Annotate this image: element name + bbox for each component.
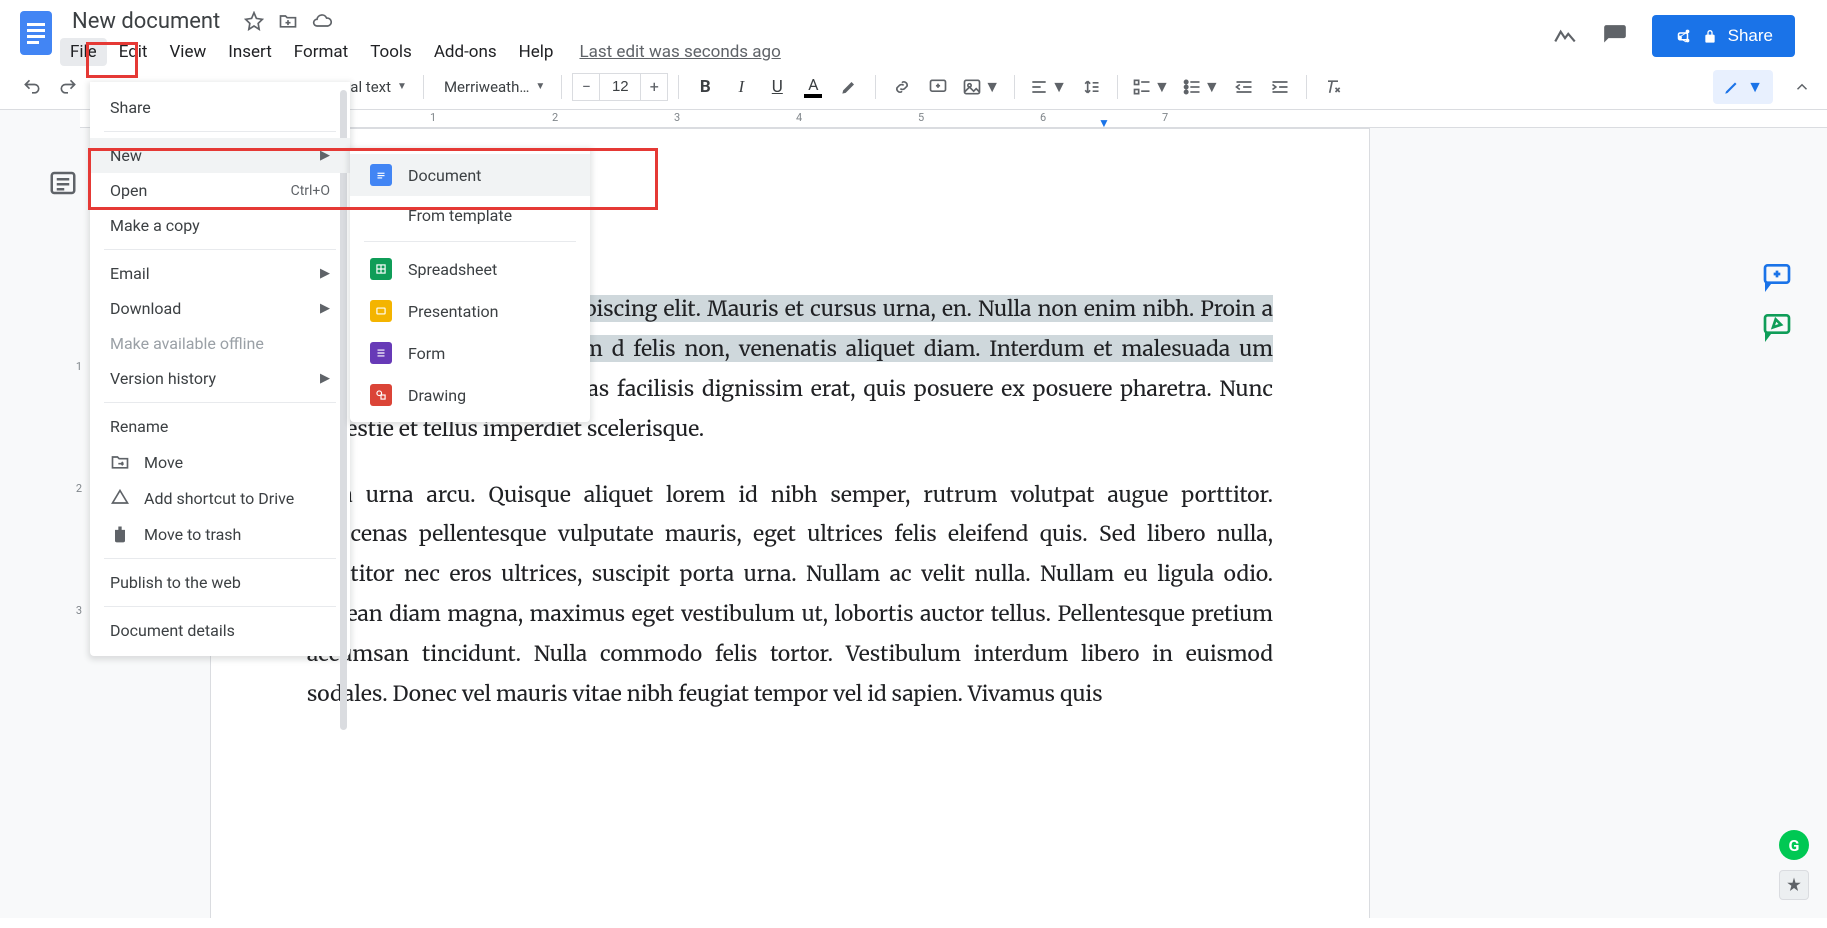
menubar: File Edit View Insert Format Tools Add-o… [60,38,781,66]
comments-icon[interactable] [1602,23,1628,49]
trash-icon [110,524,130,544]
caret-down-icon: ▼ [1747,77,1763,97]
forms-app-icon [370,342,392,364]
font-size-input[interactable] [600,73,640,101]
new-form[interactable]: Form [350,332,590,374]
font-size-control: − + [572,73,668,101]
activity-icon[interactable] [1552,23,1578,49]
editing-mode-dropdown[interactable]: ▼ [1713,70,1773,104]
menu-help[interactable]: Help [509,38,564,66]
explore-button[interactable] [1779,870,1809,900]
file-menu-version-history[interactable]: Version history▶ [90,361,350,396]
chevron-right-icon: ▶ [320,301,330,316]
text-color-button[interactable]: A [797,71,829,103]
clear-formatting-button[interactable] [1317,71,1349,103]
suggest-edit-icon[interactable] [1761,310,1793,342]
redo-button[interactable] [52,71,84,103]
docs-logo-icon[interactable] [16,6,56,60]
bold-button[interactable]: B [689,71,721,103]
sheets-app-icon [370,258,392,280]
menu-format[interactable]: Format [284,38,358,66]
file-menu-offline: Make available offline [90,326,350,361]
file-menu-open[interactable]: OpenCtrl+O [90,173,350,208]
file-menu-share[interactable]: Share [90,90,350,125]
cloud-status-icon[interactable] [312,11,332,31]
menu-file[interactable]: File [60,38,107,66]
italic-button[interactable]: I [725,71,757,103]
font-size-decrease[interactable]: − [572,73,600,101]
file-menu-make-copy[interactable]: Make a copy [90,208,350,243]
add-comment-icon[interactable] [1761,260,1793,292]
lock-icon [1702,28,1718,44]
docs-app-icon [370,164,392,186]
vertical-ruler: 1 2 3 [64,120,80,928]
move-icon [110,452,130,472]
new-spreadsheet[interactable]: Spreadsheet [350,248,590,290]
move-folder-icon[interactable] [278,11,298,31]
new-submenu: Document From template Spreadsheet Prese… [350,148,590,422]
chevron-right-icon: ▶ [320,148,330,163]
last-edit-link[interactable]: Last edit was seconds ago [579,42,780,62]
font-family-dropdown[interactable]: Merriweath… ▼ [434,78,551,96]
insert-comment-button[interactable] [922,71,954,103]
menu-tools[interactable]: Tools [360,38,422,66]
collapse-toolbar-button[interactable] [1793,78,1811,96]
file-menu-dropdown: Share New▶ OpenCtrl+O Make a copy Email▶… [90,82,350,656]
file-menu-new[interactable]: New▶ [90,138,350,173]
share-button[interactable]: Share [1652,15,1795,57]
line-spacing-button[interactable] [1075,71,1107,103]
star-icon[interactable] [244,11,264,31]
caret-down-icon: ▼ [397,81,407,92]
share-label: Share [1728,26,1773,46]
menu-edit[interactable]: Edit [109,38,158,66]
new-document[interactable]: Document [350,154,590,196]
new-drawing[interactable]: Drawing [350,374,590,416]
file-menu-move[interactable]: Move [90,444,350,480]
grammarly-icon[interactable]: G [1779,830,1809,860]
checklist-button[interactable]: ▼ [1128,71,1174,103]
menu-insert[interactable]: Insert [218,38,282,66]
chevron-right-icon: ▶ [320,266,330,281]
drive-icon [110,488,130,508]
menu-addons[interactable]: Add-ons [424,38,507,66]
left-gutter: 1 2 3 [0,110,80,918]
bullet-list-button[interactable]: ▼ [1178,71,1224,103]
menu-view[interactable]: View [159,38,216,66]
comment-actions [1761,260,1793,342]
indent-button[interactable] [1264,71,1296,103]
file-menu-details[interactable]: Document details [90,613,350,648]
slides-app-icon [370,300,392,322]
drawings-app-icon [370,384,392,406]
chevron-right-icon: ▶ [320,371,330,386]
document-title[interactable]: New document [66,7,226,36]
pencil-icon [1723,78,1741,96]
undo-button[interactable] [16,71,48,103]
file-menu-publish[interactable]: Publish to the web [90,565,350,600]
font-size-increase[interactable]: + [640,73,668,101]
align-button[interactable]: ▼ [1025,71,1071,103]
caret-down-icon: ▼ [535,81,545,92]
outdent-button[interactable] [1228,71,1260,103]
file-menu-add-shortcut[interactable]: Add shortcut to Drive [90,480,350,516]
file-menu-rename[interactable]: Rename [90,409,350,444]
file-menu-trash[interactable]: Move to trash [90,516,350,552]
new-presentation[interactable]: Presentation [350,290,590,332]
highlight-button[interactable] [833,71,865,103]
insert-image-button[interactable]: ▼ [958,71,1004,103]
underline-button[interactable]: U [761,71,793,103]
file-menu-download[interactable]: Download▶ [90,291,350,326]
new-from-template[interactable]: From template [350,196,590,235]
paragraph-2[interactable]: In a urna arcu. Quisque aliquet lorem id… [307,475,1273,714]
file-menu-email[interactable]: Email▶ [90,256,350,291]
insert-link-button[interactable] [886,71,918,103]
titlebar: New document File Edit View Insert Forma… [0,0,1827,64]
